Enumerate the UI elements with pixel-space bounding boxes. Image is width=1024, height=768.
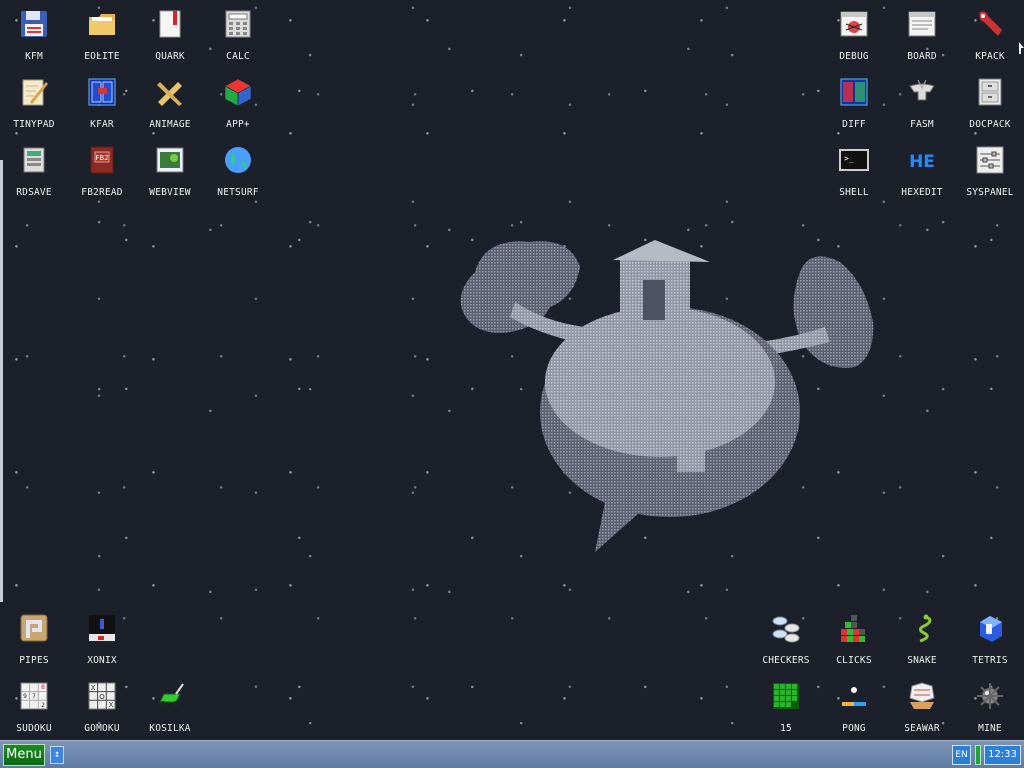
color-blocks-icon: [838, 612, 870, 644]
desktop-icon-label: APP+: [226, 119, 250, 130]
svg-text:HE: HE: [909, 152, 935, 172]
left-edge-panel-handle[interactable]: [0, 160, 3, 602]
svg-text:X: X: [91, 684, 96, 692]
wrench-icon: [974, 8, 1006, 40]
svg-text:FB2: FB2: [95, 154, 108, 162]
desktop-icon-webview[interactable]: WEBVIEW: [136, 136, 204, 204]
taskbar: Menu ↕ EN 12:33: [0, 740, 1024, 768]
desktop-icon-diff[interactable]: DIFF: [820, 68, 888, 136]
folder-icon: [86, 8, 118, 40]
keyboard-language-indicator[interactable]: EN: [952, 745, 971, 765]
cpu-usage-meter: [975, 745, 981, 765]
blue-panels-icon: [86, 76, 118, 108]
desktop-icon-debug[interactable]: DEBUG: [820, 0, 888, 68]
ram-disk-save-icon: [18, 144, 50, 176]
globe-icon: [222, 144, 254, 176]
svg-text:X: X: [109, 701, 114, 709]
paddle-ball-icon: [838, 680, 870, 712]
desktop-icon-sudoku[interactable]: 7 8 9 2 SUDOKU: [0, 672, 68, 740]
sudoku-grid-icon: 78 9 2: [18, 680, 50, 712]
clock[interactable]: 12:33: [984, 745, 1021, 765]
desktop-icon-pong[interactable]: PONG: [820, 672, 888, 740]
desktop-icon-label: XONIX: [87, 655, 117, 666]
compare-panels-icon: [838, 76, 870, 108]
desktop-icon-checkers[interactable]: CHECKERS: [752, 604, 820, 672]
desktop-icon-app-plus[interactable]: APP+: [204, 68, 272, 136]
desktop-icon-netsurf[interactable]: NETSURF: [204, 136, 272, 204]
floppy-disk-icon: [18, 8, 50, 40]
book-icon: FB2: [86, 144, 118, 176]
desktop-icon-mine[interactable]: MINE: [956, 672, 1024, 740]
desktop-icon-label: KOSILKA: [149, 723, 191, 734]
pipe-tile-icon: [18, 612, 50, 644]
desktop-icon-label: TETRIS: [972, 655, 1008, 666]
desktop-icon-label: NETSURF: [217, 187, 259, 198]
desktop-icon-quark[interactable]: QUARK: [136, 0, 204, 68]
hex-letters-icon: HE: [906, 144, 938, 176]
desktop-icon-pipes[interactable]: PIPES: [0, 604, 68, 672]
desktop-icon-hexedit[interactable]: HE HEXEDIT: [888, 136, 956, 204]
desktop-icon-kosilka[interactable]: KOSILKA: [136, 672, 204, 740]
taskbar-scroll-button[interactable]: ↕: [50, 746, 64, 764]
cabinet-icon: [974, 76, 1006, 108]
mine-icon: [974, 680, 1006, 712]
xonix-field-icon: [86, 612, 118, 644]
desktop-icon-syspanel[interactable]: SYSPANEL: [956, 136, 1024, 204]
svg-text:>_: >_: [844, 154, 854, 163]
desktop-icon-label: MINE: [978, 723, 1002, 734]
desktop-icon-rdsave[interactable]: RDSAVE: [0, 136, 68, 204]
desktop[interactable]: KFM EOLITE QUARK CALC TINYPAD KFAR ANIMAGE APP+…: [0, 0, 1024, 740]
desktop-icon-fb2read[interactable]: FB2 FB2READ: [68, 136, 136, 204]
svg-text:O: O: [99, 693, 105, 701]
desktop-icon-fasm[interactable]: FASM: [888, 68, 956, 136]
desktop-icon-kfar[interactable]: KFAR: [68, 68, 136, 136]
desktop-icon-xonix[interactable]: XONIX: [68, 604, 136, 672]
desktop-icon-calc[interactable]: CALC: [204, 0, 272, 68]
desktop-icon-eolite[interactable]: EOLITE: [68, 0, 136, 68]
desktop-icon-snake[interactable]: SNAKE: [888, 604, 956, 672]
notepad-icon: [18, 76, 50, 108]
ship-icon: [906, 680, 938, 712]
desktop-icon-tetris[interactable]: TETRIS: [956, 604, 1024, 672]
sliders-icon: [974, 144, 1006, 176]
svg-text:8: 8: [41, 684, 45, 691]
tetris-block-icon: [974, 612, 1006, 644]
svg-text:7: 7: [32, 693, 36, 700]
text-window-icon: [906, 8, 938, 40]
bug-window-icon: [838, 8, 870, 40]
tic-tac-toe-icon: XOX: [86, 680, 118, 712]
checkers-pieces-icon: [770, 612, 802, 644]
puzzle-15-icon: [770, 680, 802, 712]
pencil-ruler-icon: [154, 76, 186, 108]
desktop-icon-game-15[interactable]: 15: [752, 672, 820, 740]
snake-icon: [906, 612, 938, 644]
desktop-icon-label: CALC: [226, 51, 250, 62]
desktop-icon-kfm[interactable]: KFM: [0, 0, 68, 68]
desktop-icon-seawar[interactable]: SEAWAR: [888, 672, 956, 740]
desktop-icon-board[interactable]: BOARD: [888, 0, 956, 68]
desktop-icon-kpack[interactable]: KPACK: [956, 0, 1024, 68]
desktop-icon-docpack[interactable]: DOCPACK: [956, 68, 1024, 136]
menu-button[interactable]: Menu: [3, 744, 45, 766]
web-page-icon: [154, 144, 186, 176]
svg-text:2: 2: [41, 702, 45, 709]
desktop-icon-gomoku[interactable]: X O X GOMOKU: [68, 672, 136, 740]
desktop-icon-label: KPACK: [975, 51, 1005, 62]
notebook-icon: [154, 8, 186, 40]
desktop-icon-label: SYSPANEL: [966, 187, 1014, 198]
tree-house-planet-wallpaper: [460, 240, 874, 552]
desktop-icon-animage[interactable]: ANIMAGE: [136, 68, 204, 136]
rubik-cube-icon: [222, 76, 254, 108]
desktop-icon-clicks[interactable]: CLICKS: [820, 604, 888, 672]
desktop-icon-shell[interactable]: >_ SHELL: [820, 136, 888, 204]
desktop-icon-tinypad[interactable]: TINYPAD: [0, 68, 68, 136]
desktop-icon-label: DOCPACK: [969, 119, 1011, 130]
terminal-icon: >_: [838, 144, 870, 176]
anvil-icon: [906, 76, 938, 108]
lawn-mower-icon: [154, 680, 186, 712]
svg-text:9: 9: [23, 693, 27, 700]
calculator-icon: [222, 8, 254, 40]
mouse-cursor-icon: [1019, 42, 1024, 54]
